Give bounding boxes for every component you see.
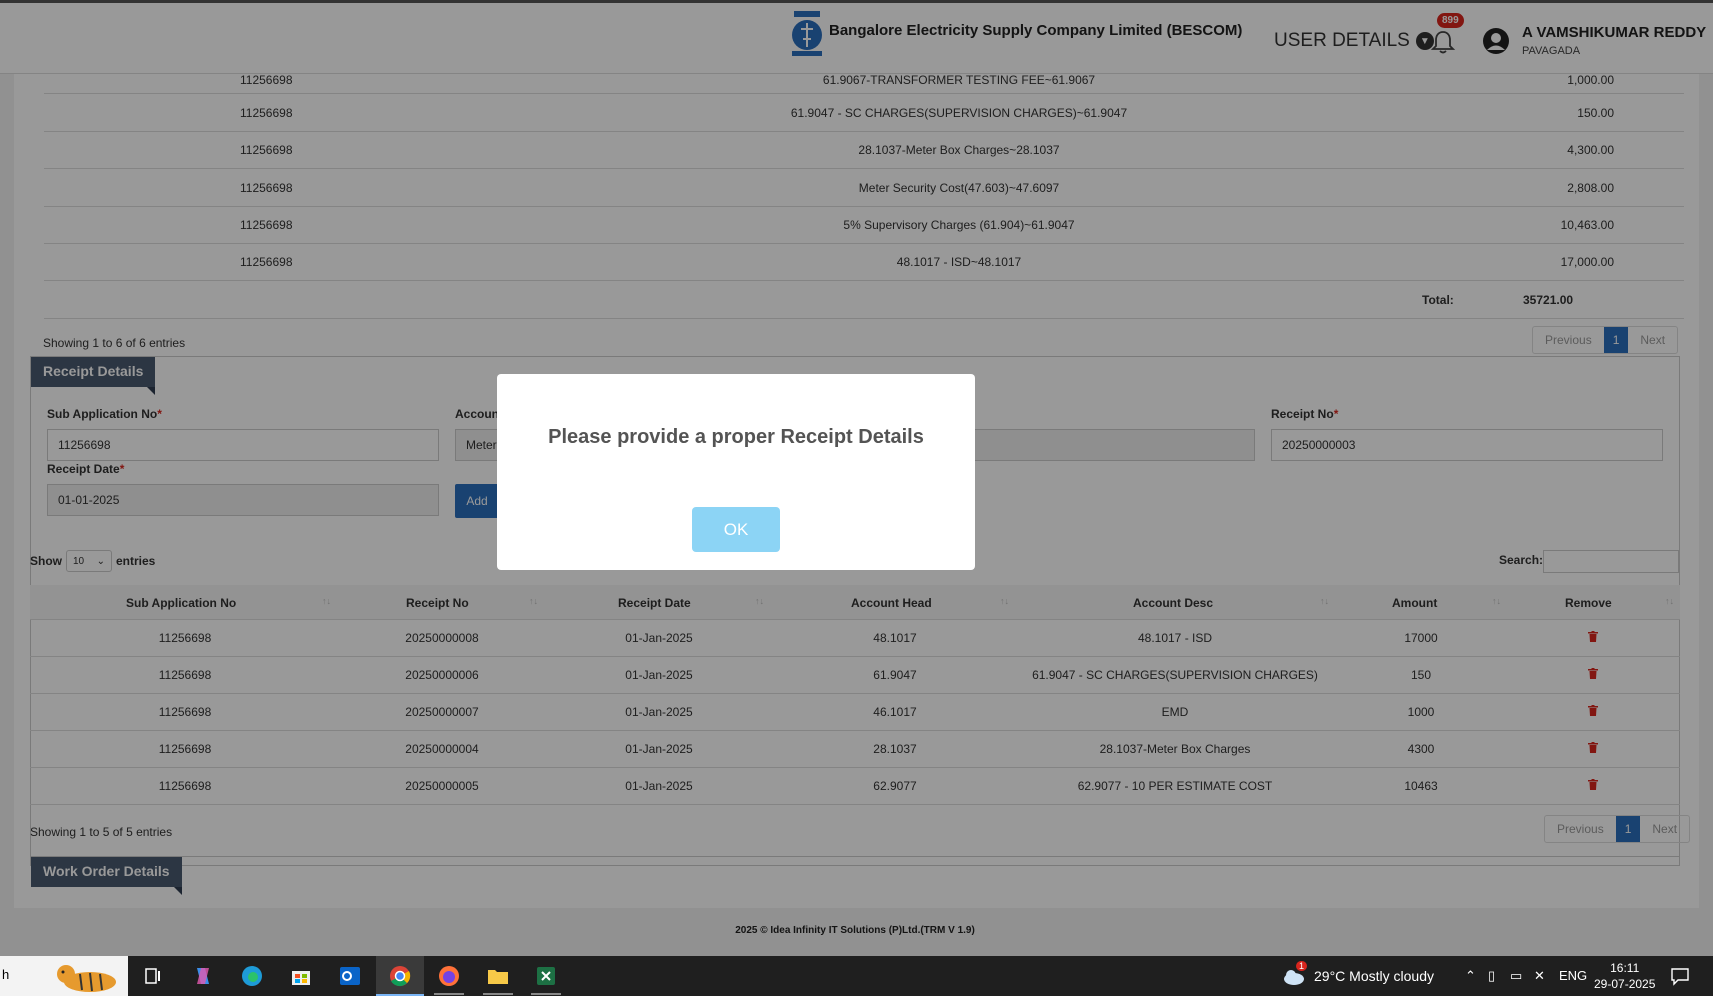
network-icon[interactable]: ▭ bbox=[1510, 968, 1522, 984]
store-icon[interactable] bbox=[289, 964, 313, 988]
running-indicator bbox=[531, 993, 561, 995]
outlook-icon[interactable] bbox=[338, 964, 362, 988]
clock-time: 16:11 bbox=[1610, 961, 1640, 975]
chrome-icon[interactable] bbox=[388, 964, 412, 988]
windows-taskbar: h 1 29°C Mostly cloudy ⌃ ▯ ▭ ✕ ENG 16:11… bbox=[0, 956, 1713, 996]
clock-date: 29-07-2025 bbox=[1594, 977, 1656, 991]
volume-muted-icon[interactable]: ✕ bbox=[1534, 968, 1545, 984]
notification-center-icon[interactable] bbox=[1670, 966, 1690, 986]
tiger-icon bbox=[57, 965, 116, 992]
alert-dialog: Please provide a proper Receipt Details … bbox=[497, 374, 975, 570]
ok-button[interactable]: OK bbox=[692, 507, 780, 552]
firefox-icon[interactable] bbox=[437, 964, 461, 988]
running-indicator bbox=[434, 993, 464, 995]
file-explorer-icon[interactable] bbox=[486, 964, 510, 988]
alert-message: Please provide a proper Receipt Details bbox=[548, 426, 924, 448]
chevron-up-icon[interactable]: ⌃ bbox=[1465, 968, 1476, 984]
task-view-icon[interactable] bbox=[141, 964, 165, 988]
search-text: h bbox=[2, 967, 10, 982]
battery-icon[interactable]: ▯ bbox=[1488, 968, 1495, 984]
copilot-icon[interactable] bbox=[191, 964, 215, 988]
excel-icon[interactable] bbox=[534, 964, 558, 988]
language-indicator[interactable]: ENG bbox=[1559, 968, 1587, 983]
edge-icon[interactable] bbox=[240, 964, 264, 988]
weather-alert-badge: 1 bbox=[1296, 961, 1308, 971]
running-indicator bbox=[483, 993, 513, 995]
system-clock[interactable]: 16:11 29-07-2025 bbox=[1594, 960, 1655, 992]
weather-text[interactable]: 29°C Mostly cloudy bbox=[1314, 968, 1434, 984]
